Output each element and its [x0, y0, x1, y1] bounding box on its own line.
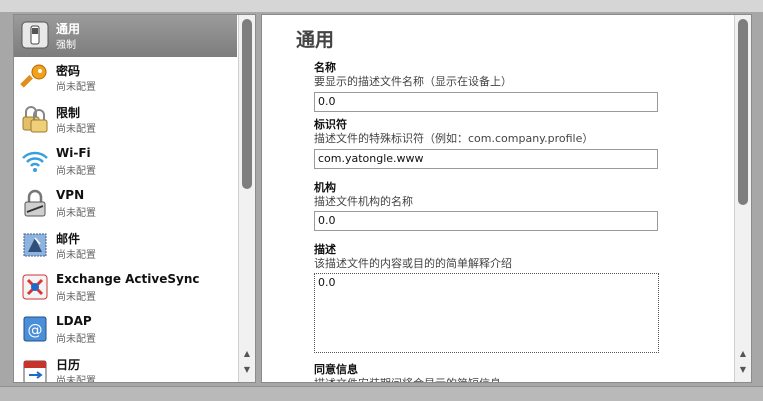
- sidebar-item-ldap[interactable]: @ LDAP 尚未配置: [14, 309, 237, 351]
- scroll-down-icon[interactable]: ▼: [242, 365, 252, 375]
- sidebar-item-restrictions[interactable]: 限制 尚未配置: [14, 99, 237, 141]
- name-field[interactable]: 0.0: [314, 92, 658, 112]
- page-title: 通用: [296, 29, 335, 51]
- at-sign-icon: @: [20, 314, 50, 344]
- exchange-icon: [20, 272, 50, 302]
- scroll-thumb[interactable]: [738, 19, 748, 205]
- sidebar-item-label: 日历: [56, 358, 81, 372]
- sidebar-item-label: Exchange ActiveSync: [56, 272, 200, 286]
- sidebar-scrollbar[interactable]: ▲ ▼: [238, 15, 255, 382]
- sidebar-item-wifi[interactable]: Wi-Fi 尚未配置: [14, 141, 237, 183]
- sidebar-item-calendar[interactable]: 日历 尚未配置: [14, 351, 237, 383]
- scroll-up-icon[interactable]: ▲: [738, 349, 748, 359]
- sidebar-item-status: 尚未配置: [56, 376, 96, 383]
- sidebar-item-status: 尚未配置: [56, 82, 96, 93]
- sidebar-item-label: LDAP: [56, 314, 92, 328]
- scroll-up-icon[interactable]: ▲: [242, 349, 252, 359]
- sidebar-item-label: 通用: [56, 22, 81, 36]
- sidebar-item-label: 邮件: [56, 232, 81, 246]
- sidebar-item-status: 尚未配置: [56, 166, 96, 177]
- sidebar-item-label: 密码: [56, 64, 81, 78]
- panel-scrollbar[interactable]: ▲ ▼: [734, 15, 751, 382]
- description-description: 该描述文件的内容或目的的简单解释介绍: [314, 257, 512, 270]
- name-description: 要显示的描述文件名称（显示在设备上）: [314, 75, 512, 88]
- sidebar-item-exchange[interactable]: Exchange ActiveSync 尚未配置: [14, 267, 237, 309]
- calendar-icon: [20, 356, 50, 382]
- identifier-description: 描述文件的特殊标识符（例如：com.company.profile）: [314, 132, 594, 145]
- sidebar-item-label: 限制: [56, 106, 81, 120]
- sidebar-item-passcode[interactable]: 密码 尚未配置: [14, 57, 237, 99]
- sidebar-item-label: VPN: [56, 188, 85, 202]
- organization-description: 描述文件机构的名称: [314, 195, 413, 208]
- window-frame: 通用 强制 密码 尚未配置 限制 尚未配置 Wi-Fi 尚未配置 VPN 尚未配…: [0, 0, 763, 401]
- svg-text:@: @: [28, 321, 43, 339]
- sidebar-item-status: 尚未配置: [56, 250, 96, 261]
- mail-stamp-icon: [20, 230, 50, 260]
- sidebar-item-status: 尚未配置: [56, 334, 96, 345]
- settings-panel: 通用 名称 要显示的描述文件名称（显示在设备上） 0.0 标识符 描述文件的特殊…: [261, 14, 752, 383]
- sidebar-item-general[interactable]: 通用 强制: [14, 15, 237, 57]
- padlock-icon: [20, 188, 50, 218]
- switch-icon: [20, 20, 50, 50]
- bottom-bar: [0, 386, 763, 401]
- sidebar-item-status: 尚未配置: [56, 292, 96, 303]
- sidebar-item-label: Wi-Fi: [56, 146, 91, 160]
- description-textarea[interactable]: 0.0: [314, 273, 659, 353]
- sidebar-item-status: 强制: [56, 40, 76, 51]
- organization-field[interactable]: 0.0: [314, 211, 658, 231]
- payload-list: 通用 强制 密码 尚未配置 限制 尚未配置 Wi-Fi 尚未配置 VPN 尚未配…: [13, 14, 256, 383]
- identifier-field[interactable]: com.yatongle.www: [314, 149, 658, 169]
- sidebar-item-status: 尚未配置: [56, 124, 96, 135]
- key-icon: [20, 62, 50, 92]
- sidebar-item-status: 尚未配置: [56, 208, 96, 219]
- lock-pair-icon: [20, 104, 50, 134]
- wifi-icon: [20, 146, 50, 176]
- sidebar-item-mail[interactable]: 邮件 尚未配置: [14, 225, 237, 267]
- scroll-down-icon[interactable]: ▼: [738, 365, 748, 375]
- top-edge: [0, 0, 763, 12]
- sidebar-item-vpn[interactable]: VPN 尚未配置: [14, 183, 237, 225]
- scroll-thumb[interactable]: [242, 19, 252, 189]
- consent-description: 描述文件安装期间将会显示的简短信息: [314, 375, 501, 382]
